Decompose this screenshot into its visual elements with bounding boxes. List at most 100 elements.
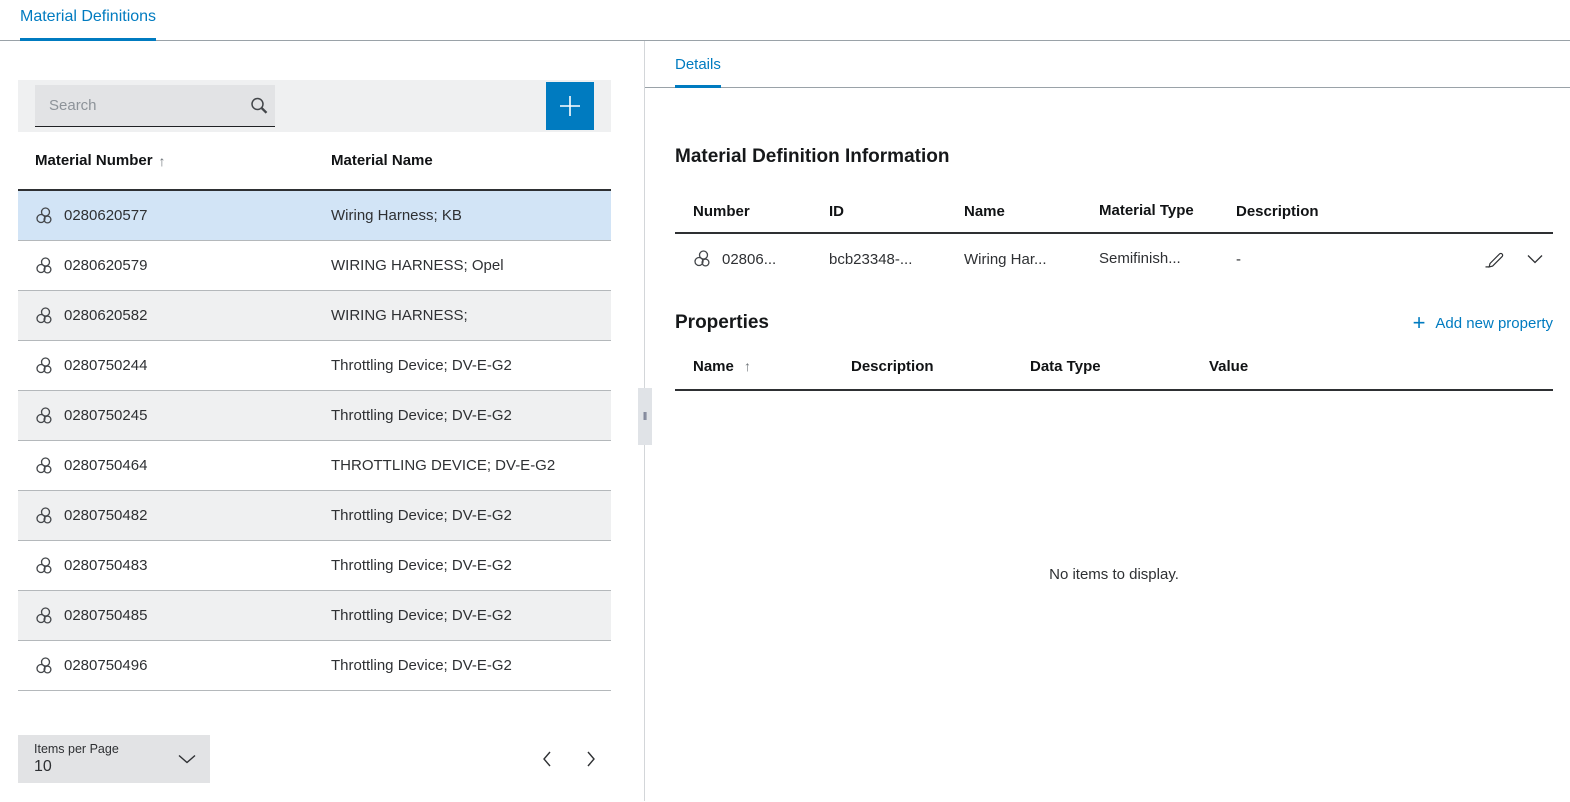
material-number: 0280750482 [64,507,148,524]
material-number: 0280750496 [64,657,148,674]
material-name: Throttling Device; DV-E-G2 [331,357,512,374]
info-row-name: Wiring Har... [964,250,1047,268]
material-name: Throttling Device; DV-E-G2 [331,607,512,624]
tab-details[interactable]: Details [675,41,721,88]
material-icon [35,406,55,426]
info-table-row[interactable]: 02806... bcb23348-... Wiring Har... Semi… [675,234,1553,284]
material-icon [35,606,55,626]
search-input[interactable] [49,97,248,114]
add-material-button[interactable] [546,82,594,130]
column-header-id: ID [829,202,844,220]
material-name: Throttling Device; DV-E-G2 [331,557,512,574]
property-name-header-label: Name [693,358,734,375]
material-name: Throttling Device; DV-E-G2 [331,507,512,524]
properties-section-title: Properties [675,312,769,333]
material-number: 0280750245 [64,407,148,424]
column-header-material-number[interactable]: Material Number ↑ [18,152,331,169]
tab-material-definitions[interactable]: Material Definitions [20,0,157,41]
info-section-title: Material Definition Information [675,146,950,167]
table-row[interactable]: 0280750483 Throttling Device; DV-E-G2 [18,541,611,591]
column-header-property-description: Description [851,358,934,375]
material-number: 0280620582 [64,307,148,324]
table-row[interactable]: 0280750496 Throttling Device; DV-E-G2 [18,641,611,691]
details-content: Material Definition Information Number I… [645,146,1570,583]
table-row[interactable]: 0280750482 Throttling Device; DV-E-G2 [18,491,611,541]
items-per-page-label: Items per Page [34,741,119,756]
details-tab-bar: Details [645,41,1570,88]
items-per-page-value: 10 [34,758,52,776]
previous-page-button[interactable] [539,748,555,770]
column-header-description: Description [1236,202,1319,220]
column-header-property-data-type: Data Type [1030,358,1101,375]
items-per-page-select[interactable]: Items per Page 10 [18,735,210,783]
column-header-number: Number [693,202,750,220]
material-icon [693,249,713,269]
material-icon [35,306,55,326]
info-row-description: - [1236,250,1241,268]
material-number: 0280620579 [64,257,148,274]
properties-table-header: Name ↑ Description Data Type Value [675,358,1553,391]
column-header-material-name[interactable]: Material Name [331,152,611,169]
table-row[interactable]: 0280750245 Throttling Device; DV-E-G2 [18,391,611,441]
material-name-header-label: Material Name [331,152,433,169]
column-header-property-value: Value [1209,358,1249,375]
add-new-property-button[interactable]: + Add new property [1413,312,1553,334]
tab-material-definitions-label: Material Definitions [20,8,157,25]
search-box[interactable] [35,85,275,127]
list-footer: Items per Page 10 [18,735,611,783]
next-page-button[interactable] [583,748,599,770]
properties-empty-message: No items to display. [1049,566,1179,583]
edit-button[interactable] [1483,249,1505,269]
main-split: Material Number ↑ Material Name 02806205… [0,41,1570,801]
search-icon[interactable] [248,95,270,117]
material-icon [35,656,55,676]
chevron-down-icon [178,754,196,764]
info-row-material-type: Semifinish... [1099,249,1181,267]
info-table-header: Number ID Name Material Type Description [675,190,1553,234]
expand-row-chevron-icon[interactable] [1527,254,1543,264]
material-name: Throttling Device; DV-E-G2 [331,407,512,424]
column-header-property-name[interactable]: Name ↑ [675,358,851,375]
material-number-header-label: Material Number [35,152,153,169]
panel-resize-handle[interactable]: ‖ [638,388,652,445]
material-name: THROTTLING DEVICE; DV-E-G2 [331,457,556,474]
add-new-property-label: Add new property [1435,314,1553,332]
info-row-id: bcb23348-... [829,250,913,268]
material-number: 0280750464 [64,457,148,474]
material-name: Wiring Harness; KB [331,207,462,224]
info-row-number: 02806... [722,250,777,268]
plus-icon: + [1412,310,1426,335]
material-number: 0280750485 [64,607,148,624]
table-row[interactable]: 0280620582 WIRING HARNESS; [18,291,611,341]
material-icon [35,456,55,476]
materials-table-header: Material Number ↑ Material Name [18,132,611,191]
table-row[interactable]: 0280750485 Throttling Device; DV-E-G2 [18,591,611,641]
table-row[interactable]: 0280750244 Throttling Device; DV-E-G2 [18,341,611,391]
paginator [539,748,599,770]
sort-ascending-icon: ↑ [158,152,166,169]
details-panel: Details Material Definition Information … [645,41,1570,801]
materials-list-panel: Material Number ↑ Material Name 02806205… [0,41,645,801]
table-row[interactable]: 0280750464 THROTTLING DEVICE; DV-E-G2 [18,441,611,491]
column-header-name: Name [964,202,1005,220]
material-icon [35,506,55,526]
table-row[interactable]: 0280620579 WIRING HARNESS; Opel [18,241,611,291]
material-name: WIRING HARNESS; Opel [331,257,504,274]
material-name: Throttling Device; DV-E-G2 [331,657,512,674]
material-number: 0280750244 [64,357,148,374]
list-toolbar [18,80,611,132]
material-number: 0280620577 [64,207,148,224]
material-number: 0280750483 [64,557,148,574]
tab-details-label: Details [675,56,721,73]
materials-table-body: 0280620577 Wiring Harness; KB 0280620579 WI… [18,191,611,691]
table-row[interactable]: 0280620577 Wiring Harness; KB [18,191,611,241]
material-name: WIRING HARNESS; [331,307,468,324]
app-tab-bar: Material Definitions [0,0,1570,41]
column-header-material-type: Material Type [1099,201,1194,219]
material-icon [35,556,55,576]
material-icon [35,256,55,276]
sort-ascending-icon: ↑ [744,358,752,374]
active-tab-underline [675,85,721,88]
materials-table: Material Number ↑ Material Name 02806205… [18,132,611,691]
material-icon [35,206,55,226]
